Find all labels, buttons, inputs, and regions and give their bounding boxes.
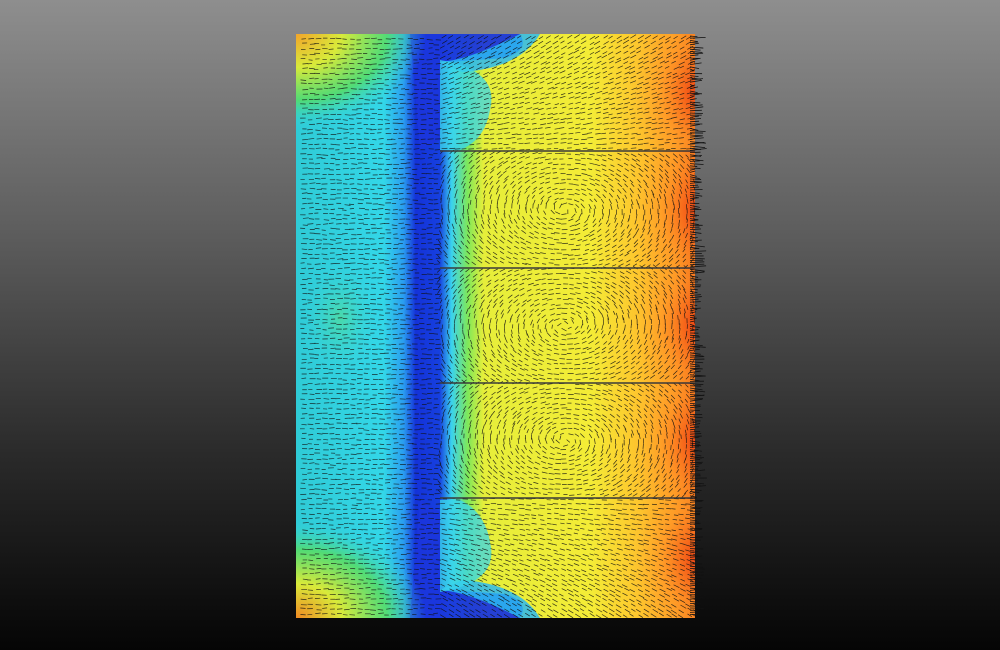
temperature-field bbox=[296, 34, 695, 618]
velocity-vector bbox=[421, 292, 428, 294]
velocity-vector bbox=[314, 163, 321, 165]
velocity-vector bbox=[383, 259, 389, 261]
velocity-vector bbox=[650, 443, 652, 450]
velocity-vector bbox=[407, 133, 412, 135]
velocity-vector bbox=[399, 182, 405, 184]
velocity-vector bbox=[358, 412, 363, 414]
velocity-vector bbox=[350, 157, 356, 160]
velocity-vector bbox=[384, 92, 389, 95]
velocity-vector bbox=[575, 159, 581, 161]
velocity-vector bbox=[532, 323, 534, 328]
velocity-vector bbox=[322, 234, 327, 236]
velocity-vector bbox=[694, 82, 695, 84]
velocity-vector bbox=[349, 133, 355, 135]
velocity-vector bbox=[323, 87, 329, 89]
cfd-flow-visualization bbox=[296, 34, 707, 618]
velocity-vector bbox=[694, 168, 695, 170]
